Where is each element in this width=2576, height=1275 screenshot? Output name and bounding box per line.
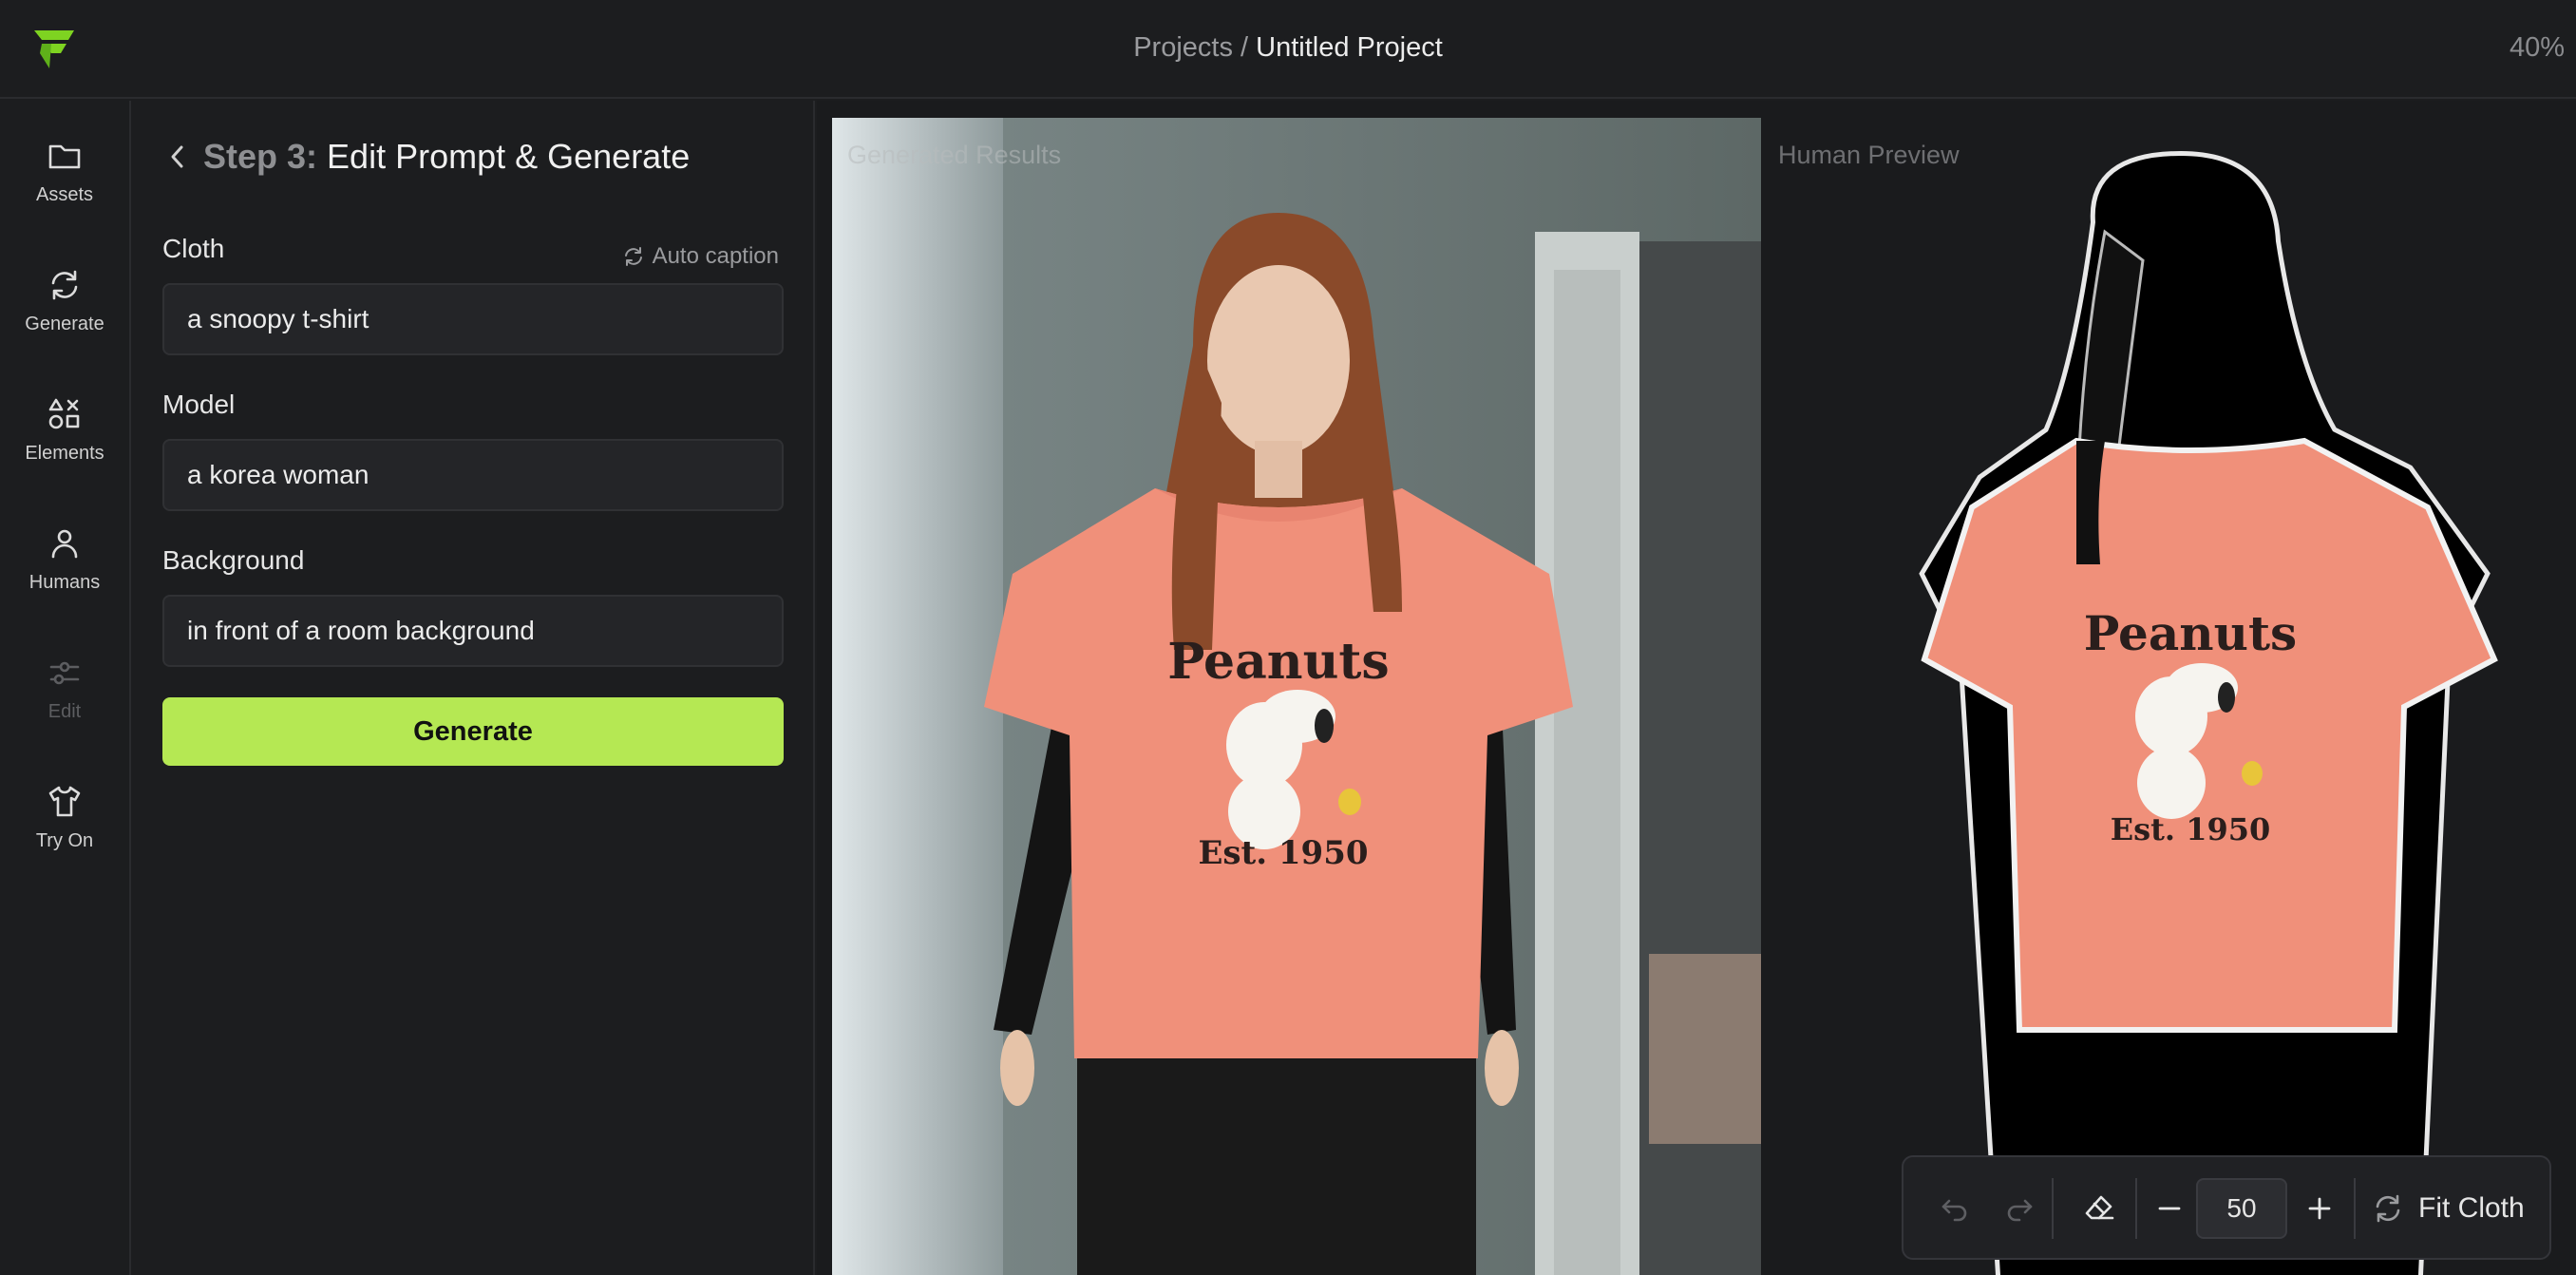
sidebar-item-label: Elements xyxy=(25,443,104,464)
sidebar-item-label: Assets xyxy=(35,184,94,205)
auto-caption-button[interactable]: Auto caption xyxy=(622,243,779,270)
breadcrumb: Projects / Untitled Project xyxy=(0,32,2576,64)
refresh-icon xyxy=(51,270,78,300)
canvas-area: Peanuts Est. 1950 Generated Results Pean… xyxy=(817,101,2576,1275)
top-bar: Projects / Untitled Project 40% xyxy=(0,0,2576,99)
shapes-icon xyxy=(48,398,80,429)
sidebar-item-label: Edit xyxy=(47,701,82,722)
toolbar-divider xyxy=(2052,1178,2054,1239)
undo-icon xyxy=(1941,1199,1967,1222)
sidebar: Assets Generate Elements Humans Edit Try… xyxy=(0,101,131,1275)
undo-button[interactable] xyxy=(1930,1184,1979,1233)
sidebar-item-humans[interactable]: Humans xyxy=(0,488,129,593)
sidebar-item-try-on[interactable]: Try On xyxy=(0,747,129,851)
shirt-print-top: Peanuts xyxy=(1167,633,1389,691)
plus-icon xyxy=(2308,1197,2331,1220)
sidebar-item-edit: Edit xyxy=(0,618,129,722)
decrease-size-button[interactable] xyxy=(2145,1184,2194,1233)
cloth-input[interactable]: a snoopy t-shirt xyxy=(162,283,784,355)
fit-cloth-label: Fit Cloth xyxy=(2418,1192,2525,1224)
human-preview-image[interactable]: Peanuts Est. 1950 Human Preview xyxy=(1763,118,2576,1275)
step-name: Edit Prompt & Generate xyxy=(327,137,691,176)
toolbar-divider xyxy=(2135,1178,2137,1239)
preview-print-bottom: Est. 1950 xyxy=(2111,811,2271,847)
generate-button[interactable]: Generate xyxy=(162,697,784,766)
refresh-icon xyxy=(2376,1194,2400,1223)
sidebar-item-label: Humans xyxy=(28,572,101,593)
eraser-icon xyxy=(2085,1195,2114,1220)
background-label: Background xyxy=(162,545,305,575)
project-name[interactable]: Untitled Project xyxy=(1256,32,1443,63)
sidebar-item-label: Generate xyxy=(25,314,104,334)
redo-icon xyxy=(2007,1199,2033,1222)
page-title: Step 3: Edit Prompt & Generate xyxy=(203,137,690,177)
background-input[interactable]: in front of a room background xyxy=(162,595,784,667)
refresh-icon xyxy=(624,247,642,266)
sidebar-item-label: Try On xyxy=(35,830,94,851)
human-preview-label: Human Preview xyxy=(1778,141,1960,169)
folder-icon xyxy=(48,144,81,169)
eraser-button[interactable] xyxy=(2074,1184,2124,1233)
sidebar-item-generate[interactable]: Generate xyxy=(0,230,129,334)
generated-results-label: Generated Results xyxy=(847,141,1062,169)
shirt-print-bottom: Est. 1950 xyxy=(1198,834,1368,872)
generated-result-image[interactable]: Peanuts Est. 1950 Generated Results xyxy=(832,118,1761,1275)
redo-button[interactable] xyxy=(1995,1184,2044,1233)
sidebar-item-assets[interactable]: Assets xyxy=(0,101,129,205)
person-icon xyxy=(51,529,78,559)
brush-size-input[interactable]: 50 xyxy=(2196,1178,2287,1239)
cloth-label: Cloth xyxy=(162,234,225,263)
chevron-left-icon[interactable] xyxy=(163,143,192,171)
prompt-panel: Step 3: Edit Prompt & Generate Cloth Aut… xyxy=(131,101,815,1275)
toolbar-divider xyxy=(2354,1178,2356,1239)
breadcrumb-separator: / xyxy=(1232,32,1257,63)
shirt-icon xyxy=(48,786,81,817)
sidebar-item-elements[interactable]: Elements xyxy=(0,359,129,464)
model-label: Model xyxy=(162,390,236,419)
generated-photo: Peanuts Est. 1950 xyxy=(832,118,1761,1275)
breadcrumb-projects[interactable]: Projects xyxy=(1133,32,1233,63)
minus-icon xyxy=(2158,1207,2181,1210)
mask-toolbar: 50 Fit Cloth xyxy=(1902,1155,2551,1260)
sliders-icon xyxy=(49,661,80,685)
human-mask-photo: Peanuts Est. 1950 xyxy=(1919,150,2498,1275)
preview-print-top: Peanuts xyxy=(2084,605,2297,661)
auto-caption-label: Auto caption xyxy=(652,243,779,269)
step-number: Step 3: xyxy=(203,137,318,176)
model-input[interactable]: a korea woman xyxy=(162,439,784,511)
increase-size-button[interactable] xyxy=(2295,1184,2344,1233)
fit-cloth-button[interactable]: Fit Cloth xyxy=(2371,1184,2525,1233)
zoom-level: 40% xyxy=(2509,32,2565,63)
